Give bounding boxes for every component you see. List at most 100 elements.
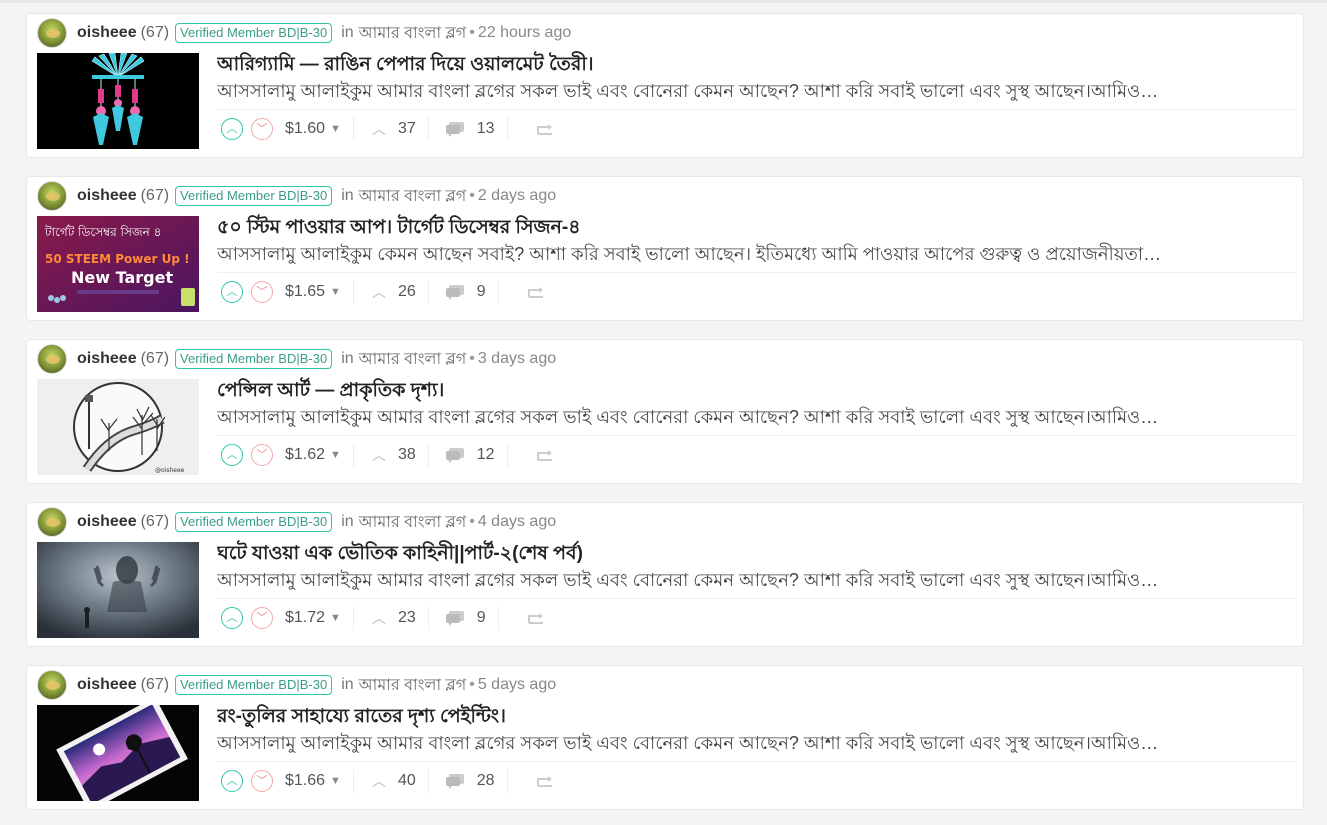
community-link[interactable]: আমার বাংলা ব্লগ <box>359 346 467 373</box>
member-badge: Verified Member BD|B-30 <box>175 675 333 695</box>
reputation: (67) <box>140 350 170 367</box>
post-actions: ︿ ﹀ $1.66 ▼ ︿ 40 28 <box>221 769 554 793</box>
post-card: oisheee (67) Verified Member BD|B-30 in … <box>26 665 1304 810</box>
post-summary[interactable]: আসসালামু আলাইকুম আমার বাংলা ব্লগের সকল ভ… <box>217 403 1217 427</box>
svg-text:@oisheee: @oisheee <box>155 467 185 474</box>
post-thumbnail[interactable] <box>37 53 199 149</box>
reblog-icon[interactable] <box>527 285 545 299</box>
dropdown-caret-icon[interactable]: ▼ <box>330 123 341 135</box>
community-link[interactable]: আমার বাংলা ব্লগ <box>359 183 467 210</box>
payout-value[interactable]: $1.72 <box>285 609 325 627</box>
dropdown-caret-icon[interactable]: ▼ <box>330 286 341 298</box>
night-painting-thumbnail-image <box>37 705 199 801</box>
divider <box>497 606 499 630</box>
post-time[interactable]: 5 days ago <box>478 676 556 694</box>
post-summary[interactable]: আসসালামু আলাইকুম আমার বাংলা ব্লগের সকল ভ… <box>217 729 1217 753</box>
votes-count[interactable]: 26 <box>398 283 416 301</box>
dropdown-caret-icon[interactable]: ▼ <box>330 612 341 624</box>
post-time[interactable]: 22 hours ago <box>478 24 571 42</box>
author-link[interactable]: oisheee <box>77 513 137 531</box>
separator-dot: • <box>469 24 475 41</box>
downvote-icon[interactable]: ﹀ <box>251 607 273 629</box>
separator-dot: • <box>469 187 475 204</box>
downvote-icon[interactable]: ﹀ <box>251 281 273 303</box>
post-time[interactable]: 2 days ago <box>478 187 556 205</box>
reblog-icon[interactable] <box>536 448 554 462</box>
community-link[interactable]: আমার বাংলা ব্লগ <box>359 20 467 47</box>
post-title[interactable]: রং-তুলির সাহায্যে রাতের দৃশ্য পেইন্টিং। <box>217 702 1287 728</box>
payout-value[interactable]: $1.66 <box>285 772 325 790</box>
author-link[interactable]: oisheee <box>77 676 137 694</box>
payout-value[interactable]: $1.65 <box>285 283 325 301</box>
post-title[interactable]: আরিগ্যামি — রাঙিন পেপার দিয়ে ওয়ালমেট ত… <box>217 50 1287 76</box>
payout-value[interactable]: $1.62 <box>285 446 325 464</box>
comments-icon[interactable] <box>445 121 465 137</box>
comments-icon[interactable] <box>445 610 465 626</box>
post-thumbnail[interactable]: @oisheee <box>37 379 199 475</box>
downvote-icon[interactable]: ﹀ <box>251 770 273 792</box>
community-link[interactable]: আমার বাংলা ব্লগ <box>359 509 467 536</box>
upvote-icon[interactable]: ︿ <box>221 607 243 629</box>
separator-dot: • <box>469 350 475 367</box>
avatar[interactable] <box>37 181 67 211</box>
post-title[interactable]: পেন্সিল আর্ট — প্রাকৃতিক দৃশ্য। <box>217 376 1287 402</box>
post-summary[interactable]: আসসালামু আলাইকুম কেমন আছেন সবাই? আশা করি… <box>217 240 1217 264</box>
post-time[interactable]: 3 days ago <box>478 350 556 368</box>
divider <box>427 769 429 793</box>
downvote-icon[interactable]: ﹀ <box>251 118 273 140</box>
in-label: in <box>341 676 354 693</box>
upvote-icon[interactable]: ︿ <box>221 770 243 792</box>
divider <box>427 117 429 141</box>
votes-count[interactable]: 23 <box>398 609 416 627</box>
member-badge: Verified Member BD|B-30 <box>175 512 333 532</box>
community-link[interactable]: আমার বাংলা ব্লগ <box>359 672 467 699</box>
downvote-icon[interactable]: ﹀ <box>251 444 273 466</box>
avatar[interactable] <box>37 507 67 537</box>
comments-count[interactable]: 12 <box>477 446 495 464</box>
post-title[interactable]: ৫০ স্টিম পাওয়ার আপ। টার্গেট ডিসেম্বর সি… <box>217 213 1287 239</box>
comments-icon[interactable] <box>445 284 465 300</box>
reblog-icon[interactable] <box>536 122 554 136</box>
avatar[interactable] <box>37 670 67 700</box>
post-time[interactable]: 4 days ago <box>478 513 556 531</box>
post-meta: oisheee (67) Verified Member BD|B-30 in … <box>37 669 556 701</box>
avatar[interactable] <box>37 18 67 48</box>
comments-count[interactable]: 9 <box>477 609 486 627</box>
post-title[interactable]: ঘটে যাওয়া এক ভৌতিক কাহিনী||পার্ট-২(শেষ … <box>217 539 1287 565</box>
post-thumbnail[interactable]: টার্গেট ডিসেম্বর সিজন ৪ 50 STEEM Power U… <box>37 216 199 312</box>
reblog-icon[interactable] <box>536 774 554 788</box>
divider <box>497 280 499 304</box>
dropdown-caret-icon[interactable]: ▼ <box>330 449 341 461</box>
votes-chevron-icon: ︿ <box>371 447 386 463</box>
payout-value[interactable]: $1.60 <box>285 120 325 138</box>
divider <box>217 598 1297 599</box>
comments-icon[interactable] <box>445 447 465 463</box>
author-link[interactable]: oisheee <box>77 187 137 205</box>
author-link[interactable]: oisheee <box>77 350 137 368</box>
comments-count[interactable]: 9 <box>477 283 486 301</box>
votes-count[interactable]: 40 <box>398 772 416 790</box>
upvote-icon[interactable]: ︿ <box>221 444 243 466</box>
comments-count[interactable]: 28 <box>477 772 495 790</box>
post-summary[interactable]: আসসালামু আলাইকুম আমার বাংলা ব্লগের সকল ভ… <box>217 566 1217 590</box>
post-thumbnail[interactable] <box>37 705 199 801</box>
upvote-icon[interactable]: ︿ <box>221 118 243 140</box>
author-link[interactable]: oisheee <box>77 24 137 42</box>
reputation: (67) <box>140 187 170 204</box>
divider <box>427 606 429 630</box>
votes-chevron-icon: ︿ <box>371 610 386 626</box>
comments-icon[interactable] <box>445 773 465 789</box>
reblog-icon[interactable] <box>527 611 545 625</box>
post-summary[interactable]: আসসালামু আলাইকুম আমার বাংলা ব্লগের সকল ভ… <box>217 77 1217 101</box>
votes-count[interactable]: 38 <box>398 446 416 464</box>
divider <box>217 435 1297 436</box>
separator-dot: • <box>469 513 475 530</box>
pencil-art-thumbnail-image: @oisheee <box>37 379 199 475</box>
votes-count[interactable]: 37 <box>398 120 416 138</box>
upvote-icon[interactable]: ︿ <box>221 281 243 303</box>
comments-count[interactable]: 13 <box>477 120 495 138</box>
dropdown-caret-icon[interactable]: ▼ <box>330 775 341 787</box>
post-thumbnail[interactable] <box>37 542 199 638</box>
post-actions: ︿ ﹀ $1.72 ▼ ︿ 23 9 <box>221 606 545 630</box>
avatar[interactable] <box>37 344 67 374</box>
